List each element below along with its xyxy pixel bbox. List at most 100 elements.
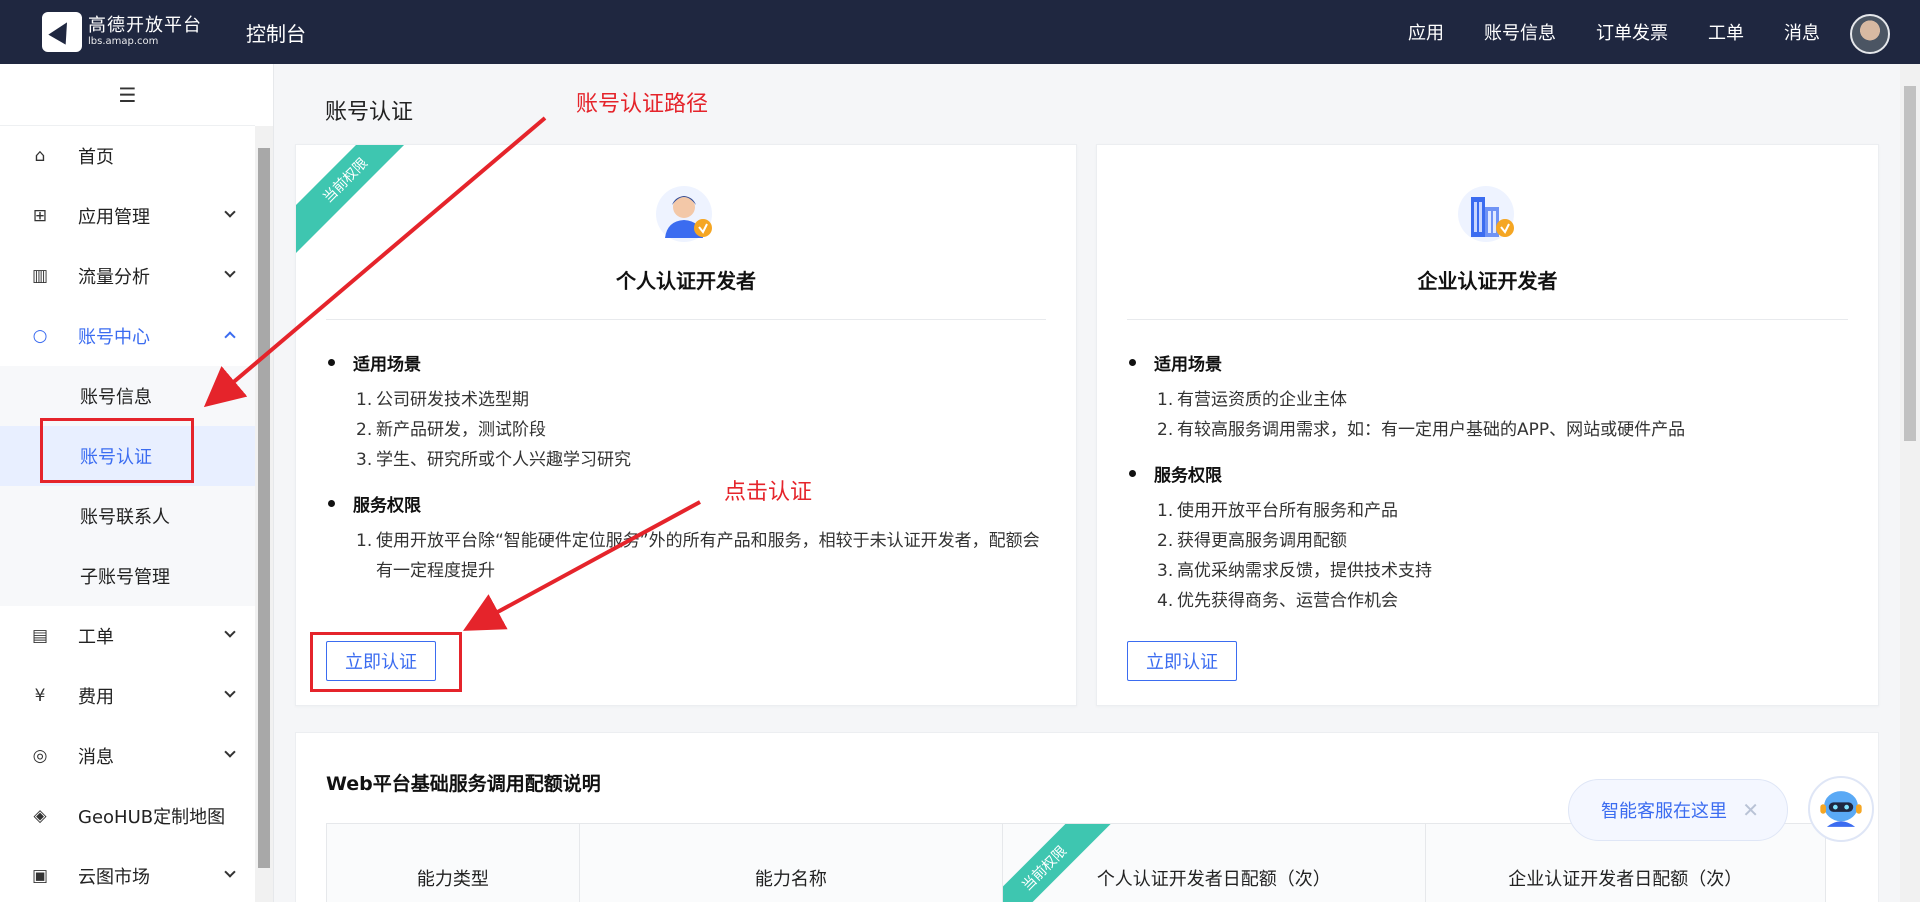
nav-apps[interactable]: 应用 — [1408, 19, 1444, 45]
menu-toggle-icon[interactable]: ☰ — [0, 64, 255, 126]
logo-title: 高德开放平台 — [88, 15, 202, 36]
support-robot-icon[interactable] — [1808, 776, 1874, 842]
enterprise-verify-button[interactable]: 立即认证 — [1127, 641, 1237, 681]
sidebar-item-home[interactable]: ⌂ 首页 — [0, 126, 256, 186]
chevron-down-icon — [224, 866, 236, 878]
sidebar-item-label: 消息 — [78, 747, 114, 768]
sidebar-scrollbar-thumb[interactable] — [258, 148, 270, 868]
yen-icon: ¥ — [34, 686, 46, 706]
sidebar-item-label: 流量分析 — [78, 267, 150, 288]
list-item: 1. 使用开放平台除“智能硬件定位服务”外的所有产品和服务，相较于未认证开发者，配… — [356, 531, 1040, 581]
annotation-label-click: 点击认证 — [724, 480, 813, 505]
annotation-label-path: 账号认证路径 — [576, 92, 709, 117]
page-scrollbar-thumb[interactable] — [1904, 86, 1916, 441]
page-scrollbar[interactable] — [1900, 64, 1920, 902]
list-item: 3. 高优采纳需求反馈，提供技术支持 — [1157, 561, 1432, 581]
chevron-down-icon — [224, 686, 236, 698]
sidebar-item-app-management[interactable]: ⊞ 应用管理 — [0, 186, 256, 246]
chevron-down-icon — [224, 626, 236, 638]
list-item: 1. 使用开放平台所有服务和产品 — [1157, 501, 1398, 521]
list-item: 1. 有营运资质的企业主体 — [1157, 390, 1347, 410]
amap-logo[interactable]: 高德开放平台 lbs.amap.com — [42, 12, 202, 52]
nav-account-info[interactable]: 账号信息 — [1484, 19, 1556, 45]
sidebar-item-label: 费用 — [78, 687, 114, 708]
nav-tickets[interactable]: 工单 — [1708, 19, 1744, 45]
divider — [1127, 319, 1848, 320]
chevron-down-icon — [224, 266, 236, 278]
logo-subtitle: lbs.amap.com — [88, 36, 159, 47]
section-heading: 服务权限 — [1127, 461, 1848, 486]
sidebar-item-account-center[interactable]: ○ 账号中心 — [0, 306, 256, 366]
permission-list: 1. 使用开放平台除“智能硬件定位服务”外的所有产品和服务，相较于未认证开发者，配… — [356, 526, 1046, 586]
scenario-list: 1. 有营运资质的企业主体 2. 有较高服务调用需求，如：有一定用户基础的APP、网… — [1157, 385, 1848, 445]
main-content: 账号认证 当前权限 个人认证开发者 适用场景 1. 公司研发技术选型期 2. 新产品… — [275, 64, 1900, 902]
sidebar-item-label: 账号联系人 — [80, 507, 170, 528]
sidebar-item-sub-accounts[interactable]: 子账号管理 — [0, 546, 256, 606]
sidebar-item-label: 首页 — [78, 147, 114, 168]
sidebar-item-label: 云图市场 — [78, 867, 150, 888]
sidebar-item-label: 工单 — [78, 627, 114, 648]
sidebar-item-label: 应用管理 — [78, 207, 150, 228]
personal-card-title: 个人认证开发者 — [616, 269, 756, 293]
table-header-capability-type: 能力类型 — [327, 824, 580, 902]
sidebar-scrollbar[interactable] — [255, 126, 273, 902]
smart-support-bubble[interactable]: 智能客服在这里 ✕ — [1568, 779, 1788, 841]
sidebar-menu: ⌂ 首页 ⊞ 应用管理 ▥ 流量分析 ○ 账号中心 账号信息 账号认证 账号联系… — [0, 126, 256, 902]
sidebar-item-tickets[interactable]: ▤ 工单 — [0, 606, 256, 666]
ticket-icon: ▤ — [31, 626, 49, 646]
amap-logo-icon — [42, 12, 82, 52]
current-permission-ribbon: 当前权限 — [296, 145, 425, 260]
sidebar-item-label: GeoHUB定制地图 — [78, 807, 226, 828]
sidebar: ☰ ⌂ 首页 ⊞ 应用管理 ▥ 流量分析 ○ 账号中心 账号信息 账号认证 账号… — [0, 64, 274, 902]
quota-section-title: Web平台基础服务调用配额说明 — [326, 773, 601, 795]
enterprise-developer-card: 企业认证开发者 适用场景 1. 有营运资质的企业主体 2. 有较高服务调用需求，如：… — [1096, 144, 1879, 706]
sidebar-item-geohub[interactable]: ◈ GeoHUB定制地图 — [0, 786, 256, 846]
page-title: 账号认证 — [325, 100, 414, 125]
enterprise-card-title: 企业认证开发者 — [1417, 269, 1558, 293]
sidebar-item-label: 子账号管理 — [80, 567, 170, 588]
sidebar-item-cloud-market[interactable]: ▣ 云图市场 — [0, 846, 256, 902]
chevron-down-icon — [224, 746, 236, 758]
list-item: 1. 公司研发技术选型期 — [356, 390, 529, 410]
account-center-submenu: 账号信息 账号认证 账号联系人 子账号管理 — [0, 366, 256, 606]
sidebar-item-messages[interactable]: ◎ 消息 — [0, 726, 256, 786]
top-bar: 高德开放平台 lbs.amap.com 控制台 应用 账号信息 订单发票 工单 … — [0, 0, 1920, 64]
section-heading: 适用场景 — [326, 350, 1046, 375]
list-item: 3. 学生、研究所或个人兴趣学习研究 — [356, 450, 631, 470]
chevron-up-icon — [224, 331, 236, 343]
store-icon: ▣ — [31, 866, 49, 886]
smart-support-label: 智能客服在这里 — [1601, 801, 1727, 822]
table-header-capability-name: 能力名称 — [580, 824, 1004, 902]
scenario-list: 1. 公司研发技术选型期 2. 新产品研发，测试阶段 3. 学生、研究所或个人兴趣学习… — [356, 385, 1046, 475]
sidebar-item-account-info[interactable]: 账号信息 — [0, 366, 256, 426]
list-item: 2. 新产品研发，测试阶段 — [356, 420, 546, 440]
section-heading: 适用场景 — [1127, 350, 1848, 375]
sidebar-item-billing[interactable]: ¥ 费用 — [0, 666, 256, 726]
nav-messages[interactable]: 消息 — [1784, 19, 1820, 45]
user-avatar[interactable] — [1850, 14, 1890, 54]
sidebar-item-label: 账号中心 — [78, 327, 150, 348]
divider — [326, 319, 1046, 320]
list-item: 2. 有较高服务调用需求，如：有一定用户基础的APP、网站或硬件产品 — [1157, 420, 1686, 440]
console-link[interactable]: 控制台 — [246, 18, 306, 47]
nav-orders-invoices[interactable]: 订单发票 — [1596, 19, 1668, 45]
top-nav: 应用 账号信息 订单发票 工单 消息 — [1368, 0, 1820, 64]
annotation-box-sidebar — [40, 418, 194, 483]
section-heading: 服务权限 — [326, 491, 1046, 516]
sidebar-item-traffic-analysis[interactable]: ▥ 流量分析 — [0, 246, 256, 306]
table-header-personal-quota: 当前权限 个人认证开发者日配额（次） — [1003, 824, 1426, 902]
close-icon[interactable]: ✕ — [1742, 798, 1759, 822]
layers-icon: ◈ — [33, 806, 47, 826]
sidebar-item-label: 账号信息 — [80, 387, 152, 408]
annotation-box-verify-button — [310, 632, 462, 692]
list-item: 2. 获得更高服务调用配额 — [1157, 531, 1347, 551]
grid-icon: ⊞ — [32, 206, 48, 226]
enterprise-developer-icon — [1457, 186, 1514, 242]
personal-developer-icon — [656, 186, 712, 242]
permission-list: 1. 使用开放平台所有服务和产品 2. 获得更高服务调用配额 3. 高优采纳需求反馈，… — [1157, 496, 1848, 616]
sidebar-item-account-contacts[interactable]: 账号联系人 — [0, 486, 256, 546]
home-icon: ⌂ — [34, 146, 46, 166]
message-icon: ◎ — [32, 746, 48, 766]
chart-icon: ▥ — [31, 266, 49, 286]
chevron-down-icon — [224, 206, 236, 218]
